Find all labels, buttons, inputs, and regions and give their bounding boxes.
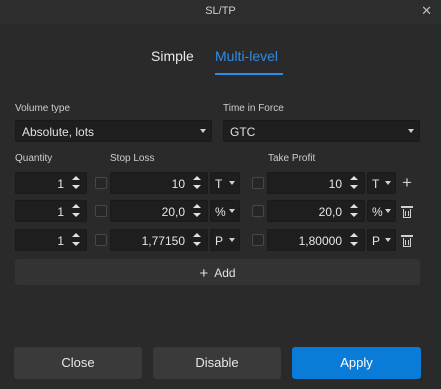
take-profit-unit: T bbox=[372, 177, 380, 191]
trash-icon[interactable] bbox=[401, 206, 413, 218]
add-label: Add bbox=[214, 266, 236, 280]
stop-loss-unit-select[interactable]: P bbox=[210, 229, 240, 251]
stepper-icon[interactable] bbox=[72, 233, 80, 247]
chevron-down-icon bbox=[408, 129, 414, 133]
stop-loss-value: 1,77150 bbox=[141, 234, 185, 248]
stop-loss-checkbox[interactable] bbox=[95, 205, 107, 217]
stop-loss-checkbox[interactable] bbox=[95, 234, 107, 246]
stepper-icon[interactable] bbox=[193, 233, 201, 247]
quantity-header: Quantity bbox=[15, 153, 53, 164]
stepper-icon[interactable] bbox=[350, 233, 358, 247]
tab-simple[interactable]: Simple bbox=[151, 48, 194, 64]
quantity-value: 1 bbox=[57, 234, 64, 248]
stepper-icon[interactable] bbox=[193, 176, 201, 190]
stepper-icon[interactable] bbox=[72, 204, 80, 218]
stop-loss-input[interactable]: 20,0 bbox=[110, 200, 208, 222]
apply-button[interactable]: Apply bbox=[292, 347, 421, 379]
stop-loss-unit-select[interactable]: T bbox=[210, 172, 240, 194]
volume-type-label: Volume type bbox=[15, 103, 71, 114]
stop-loss-input[interactable]: 1,77150 bbox=[110, 229, 208, 251]
chevron-down-icon bbox=[229, 238, 235, 242]
time-in-force-value: GTC bbox=[230, 125, 256, 139]
take-profit-input[interactable]: 10 bbox=[267, 172, 365, 194]
chevron-down-icon bbox=[385, 209, 391, 213]
stop-loss-input[interactable]: 10 bbox=[110, 172, 208, 194]
active-tab-indicator bbox=[215, 73, 283, 75]
time-in-force-label: Time in Force bbox=[223, 103, 284, 114]
take-profit-unit: % bbox=[372, 205, 383, 219]
stepper-icon[interactable] bbox=[350, 204, 358, 218]
take-profit-input[interactable]: 20,0 bbox=[267, 200, 365, 222]
take-profit-header: Take Profit bbox=[268, 153, 316, 164]
plus-icon[interactable]: + bbox=[400, 174, 414, 191]
chevron-down-icon bbox=[229, 181, 235, 185]
stop-loss-unit: % bbox=[215, 205, 226, 219]
window-title: SL/TP bbox=[205, 5, 236, 17]
stop-loss-unit: P bbox=[215, 234, 224, 248]
volume-type-value: Absolute, lots bbox=[22, 125, 95, 139]
stop-loss-value: 20,0 bbox=[161, 205, 185, 219]
take-profit-checkbox[interactable] bbox=[252, 234, 264, 246]
chevron-down-icon bbox=[229, 209, 235, 213]
take-profit-unit-select[interactable]: P bbox=[367, 229, 396, 251]
take-profit-input[interactable]: 1,80000 bbox=[267, 229, 365, 251]
stepper-icon[interactable] bbox=[350, 176, 358, 190]
close-icon[interactable]: ✕ bbox=[421, 3, 432, 19]
stepper-icon[interactable] bbox=[72, 176, 80, 190]
stop-loss-unit-select[interactable]: % bbox=[210, 200, 240, 222]
add-level-button[interactable]: + Add bbox=[15, 259, 420, 285]
take-profit-unit-select[interactable]: T bbox=[367, 172, 396, 194]
close-button[interactable]: Close bbox=[14, 347, 142, 379]
time-in-force-select[interactable]: GTC bbox=[223, 120, 420, 142]
quantity-input[interactable]: 1 bbox=[15, 172, 87, 194]
take-profit-unit-select[interactable]: % bbox=[367, 200, 396, 222]
quantity-value: 1 bbox=[57, 177, 64, 191]
tab-bar: Simple Multi-level bbox=[0, 48, 441, 78]
quantity-input[interactable]: 1 bbox=[15, 200, 87, 222]
quantity-value: 1 bbox=[57, 205, 64, 219]
take-profit-checkbox[interactable] bbox=[252, 205, 264, 217]
stop-loss-checkbox[interactable] bbox=[95, 177, 107, 189]
plus-icon: + bbox=[199, 265, 209, 282]
chevron-down-icon bbox=[200, 129, 206, 133]
take-profit-value: 10 bbox=[328, 177, 342, 191]
tab-multi-level[interactable]: Multi-level bbox=[215, 48, 278, 64]
stop-loss-value: 10 bbox=[171, 177, 185, 191]
trash-icon[interactable] bbox=[401, 235, 413, 247]
quantity-input[interactable]: 1 bbox=[15, 229, 87, 251]
chevron-down-icon bbox=[385, 181, 391, 185]
chevron-down-icon bbox=[385, 238, 391, 242]
title-bar: SL/TP ✕ bbox=[0, 0, 441, 24]
stop-loss-header: Stop Loss bbox=[110, 153, 155, 164]
disable-button[interactable]: Disable bbox=[153, 347, 281, 379]
take-profit-value: 1,80000 bbox=[298, 234, 342, 248]
take-profit-checkbox[interactable] bbox=[252, 177, 264, 189]
volume-type-select[interactable]: Absolute, lots bbox=[15, 120, 212, 142]
stop-loss-unit: T bbox=[215, 177, 223, 191]
take-profit-unit: P bbox=[372, 234, 381, 248]
take-profit-value: 20,0 bbox=[318, 205, 342, 219]
stepper-icon[interactable] bbox=[193, 204, 201, 218]
